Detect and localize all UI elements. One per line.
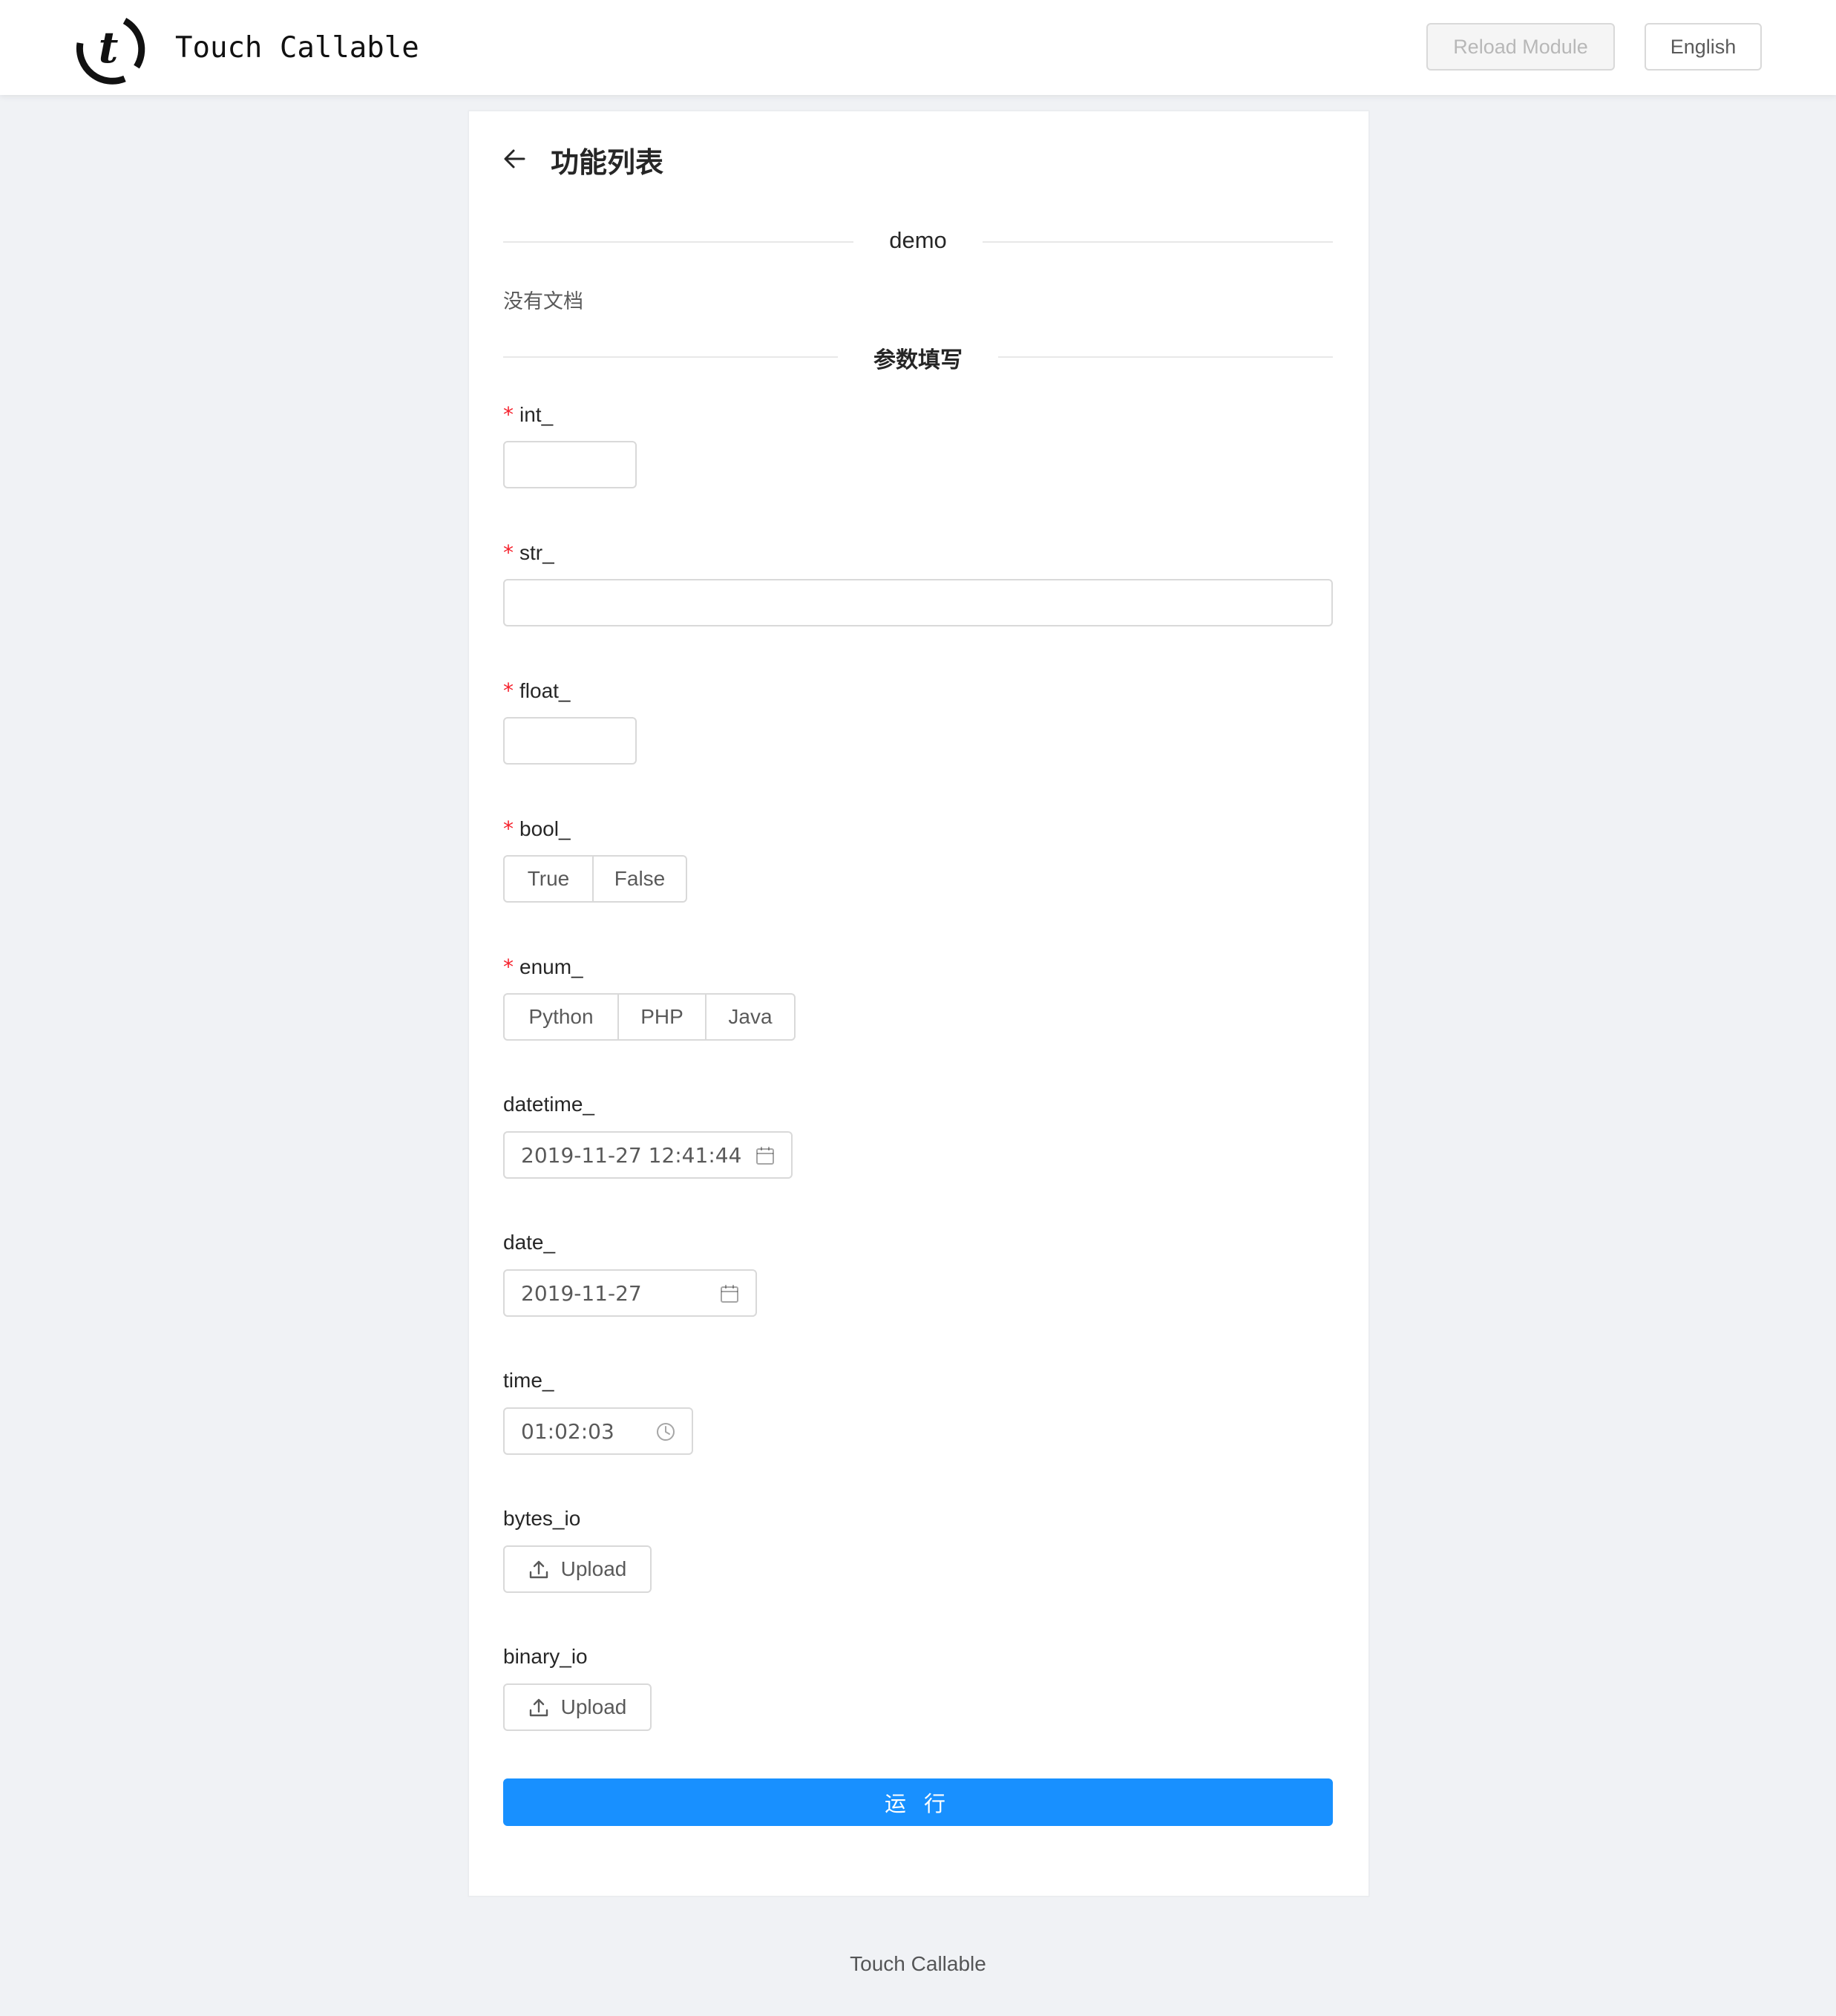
time-picker[interactable]: 01:02:03 [503, 1407, 693, 1455]
datetime-picker[interactable]: 2019-11-27 12:41:44 [503, 1131, 793, 1179]
enum-option-php[interactable]: PHP [617, 993, 706, 1041]
binary-io-label: binary_io [503, 1645, 588, 1668]
str-label: * str_ [503, 540, 554, 565]
params-section-title: 参数填写 [838, 348, 998, 373]
int-label: * int_ [503, 402, 553, 427]
upload-icon [529, 1698, 548, 1717]
required-mark: * [503, 816, 514, 841]
run-button[interactable]: 运 行 [503, 1778, 1333, 1826]
required-mark: * [503, 955, 514, 979]
float-label-text: float_ [519, 679, 571, 702]
enum-option-python[interactable]: Python [503, 993, 619, 1041]
bool-label: * bool_ [503, 816, 571, 841]
svg-text:t: t [99, 22, 119, 73]
datetime-label: datetime_ [503, 1093, 594, 1116]
params-heading: 参数填写 [503, 341, 1333, 374]
bytes-io-label: bytes_io [503, 1507, 581, 1530]
reload-module-button[interactable]: Reload Module [1426, 23, 1615, 71]
required-mark: * [503, 678, 514, 703]
datetime-value: 2019-11-27 12:41:44 [521, 1142, 742, 1168]
page-title: 功能列表 [551, 148, 664, 179]
language-button[interactable]: English [1645, 23, 1762, 71]
int-label-text: int_ [519, 403, 554, 426]
date-label: date_ [503, 1231, 556, 1254]
upload-icon [529, 1560, 548, 1579]
bool-option-false[interactable]: False [592, 855, 687, 903]
binary-io-upload-button[interactable]: Upload [503, 1683, 652, 1731]
bool-label-text: bool_ [519, 817, 571, 840]
date-picker[interactable]: 2019-11-27 [503, 1269, 757, 1317]
clock-icon [657, 1423, 675, 1441]
str-label-text: str_ [519, 541, 554, 564]
enum-label: * enum_ [503, 955, 583, 979]
t-circle-logo-icon[interactable]: t [71, 10, 148, 88]
str-input[interactable] [503, 579, 1333, 626]
app-header: t Touch Callable Reload Module English [0, 0, 1836, 95]
function-name-heading: demo [503, 227, 1333, 254]
time-label: time_ [503, 1369, 554, 1392]
arrow-left-icon[interactable] [502, 145, 528, 172]
function-name: demo [853, 227, 983, 253]
bool-option-true[interactable]: True [503, 855, 594, 903]
required-mark: * [503, 540, 514, 565]
required-mark: * [503, 402, 514, 427]
float-label: * float_ [503, 678, 571, 703]
enum-radio-group: Python PHP Java [503, 993, 796, 1041]
enum-option-java[interactable]: Java [705, 993, 796, 1041]
enum-label-text: enum_ [519, 955, 583, 978]
calendar-icon [721, 1285, 738, 1303]
time-value: 01:02:03 [521, 1418, 614, 1444]
float-input[interactable] [503, 717, 637, 765]
function-doc: 没有文档 [503, 290, 583, 312]
footer-text: Touch Callable [850, 1952, 986, 1975]
bool-radio-group: True False [503, 855, 687, 903]
date-value: 2019-11-27 [521, 1280, 642, 1306]
bytes-io-upload-button[interactable]: Upload [503, 1545, 652, 1593]
calendar-icon [756, 1147, 774, 1165]
upload-button-label: Upload [560, 1695, 627, 1718]
app-name[interactable]: Touch Callable [175, 31, 419, 65]
int-input[interactable] [503, 441, 637, 488]
upload-button-label: Upload [560, 1557, 627, 1580]
